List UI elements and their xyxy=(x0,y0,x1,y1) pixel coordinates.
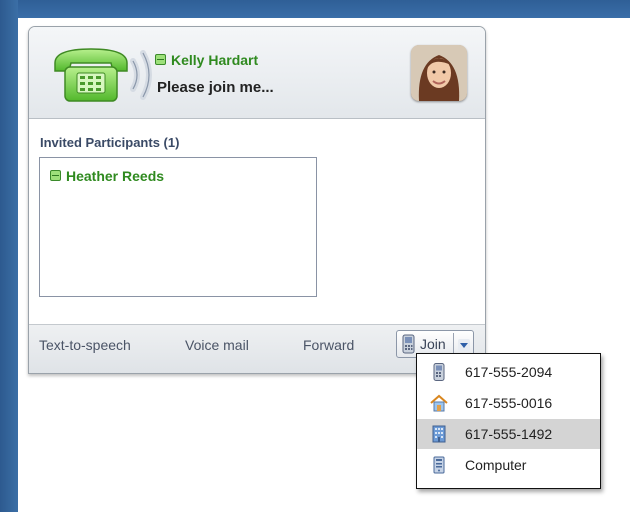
caller-avatar xyxy=(411,45,467,101)
chevron-down-icon[interactable] xyxy=(458,339,470,351)
menu-item-mobile[interactable]: 617-555-2094 xyxy=(417,357,600,387)
caller-message: Please join me... xyxy=(157,79,274,96)
text-to-speech-link[interactable]: Text-to-speech xyxy=(39,337,131,353)
participant-name: Heather Reeds xyxy=(66,168,165,184)
online-status-icon xyxy=(50,170,61,181)
online-status-icon xyxy=(155,54,166,65)
menu-item-label: 617-555-2094 xyxy=(465,364,553,380)
caller-name: Kelly Hardart xyxy=(155,52,258,68)
home-icon xyxy=(430,394,448,412)
call-panel: Kelly Hardart Please join me... Invited … xyxy=(28,26,486,374)
voice-mail-link[interactable]: Voice mail xyxy=(185,337,249,353)
call-header: Kelly Hardart Please join me... xyxy=(29,27,485,119)
computer-icon xyxy=(433,456,445,474)
menu-item-label: Computer xyxy=(465,457,527,473)
menu-item-computer[interactable]: Computer xyxy=(417,450,600,480)
join-options-menu: 617-555-2094 617-555-0016 617-555-1492 C… xyxy=(416,353,601,489)
phone-ringing-icon xyxy=(54,48,152,102)
participant-item[interactable]: Heather Reeds xyxy=(50,168,164,184)
menu-item-home[interactable]: 617-555-0016 xyxy=(417,388,600,418)
invited-participants-heading: Invited Participants (1) xyxy=(40,135,180,150)
join-divider xyxy=(453,333,454,355)
forward-link[interactable]: Forward xyxy=(303,337,354,353)
join-label: Join xyxy=(420,336,446,352)
desktop-background-left xyxy=(0,0,18,512)
office-building-icon xyxy=(432,425,446,443)
desktop-background-top xyxy=(0,0,630,18)
participants-list[interactable]: Heather Reeds xyxy=(39,157,317,297)
menu-item-office[interactable]: 617-555-1492 xyxy=(417,419,600,449)
person-photo-icon xyxy=(411,45,467,101)
mobile-phone-icon xyxy=(402,334,415,354)
menu-item-label: 617-555-0016 xyxy=(465,395,553,411)
menu-item-label: 617-555-1492 xyxy=(465,426,553,442)
caller-name-text: Kelly Hardart xyxy=(171,52,259,68)
mobile-phone-icon xyxy=(433,363,445,381)
